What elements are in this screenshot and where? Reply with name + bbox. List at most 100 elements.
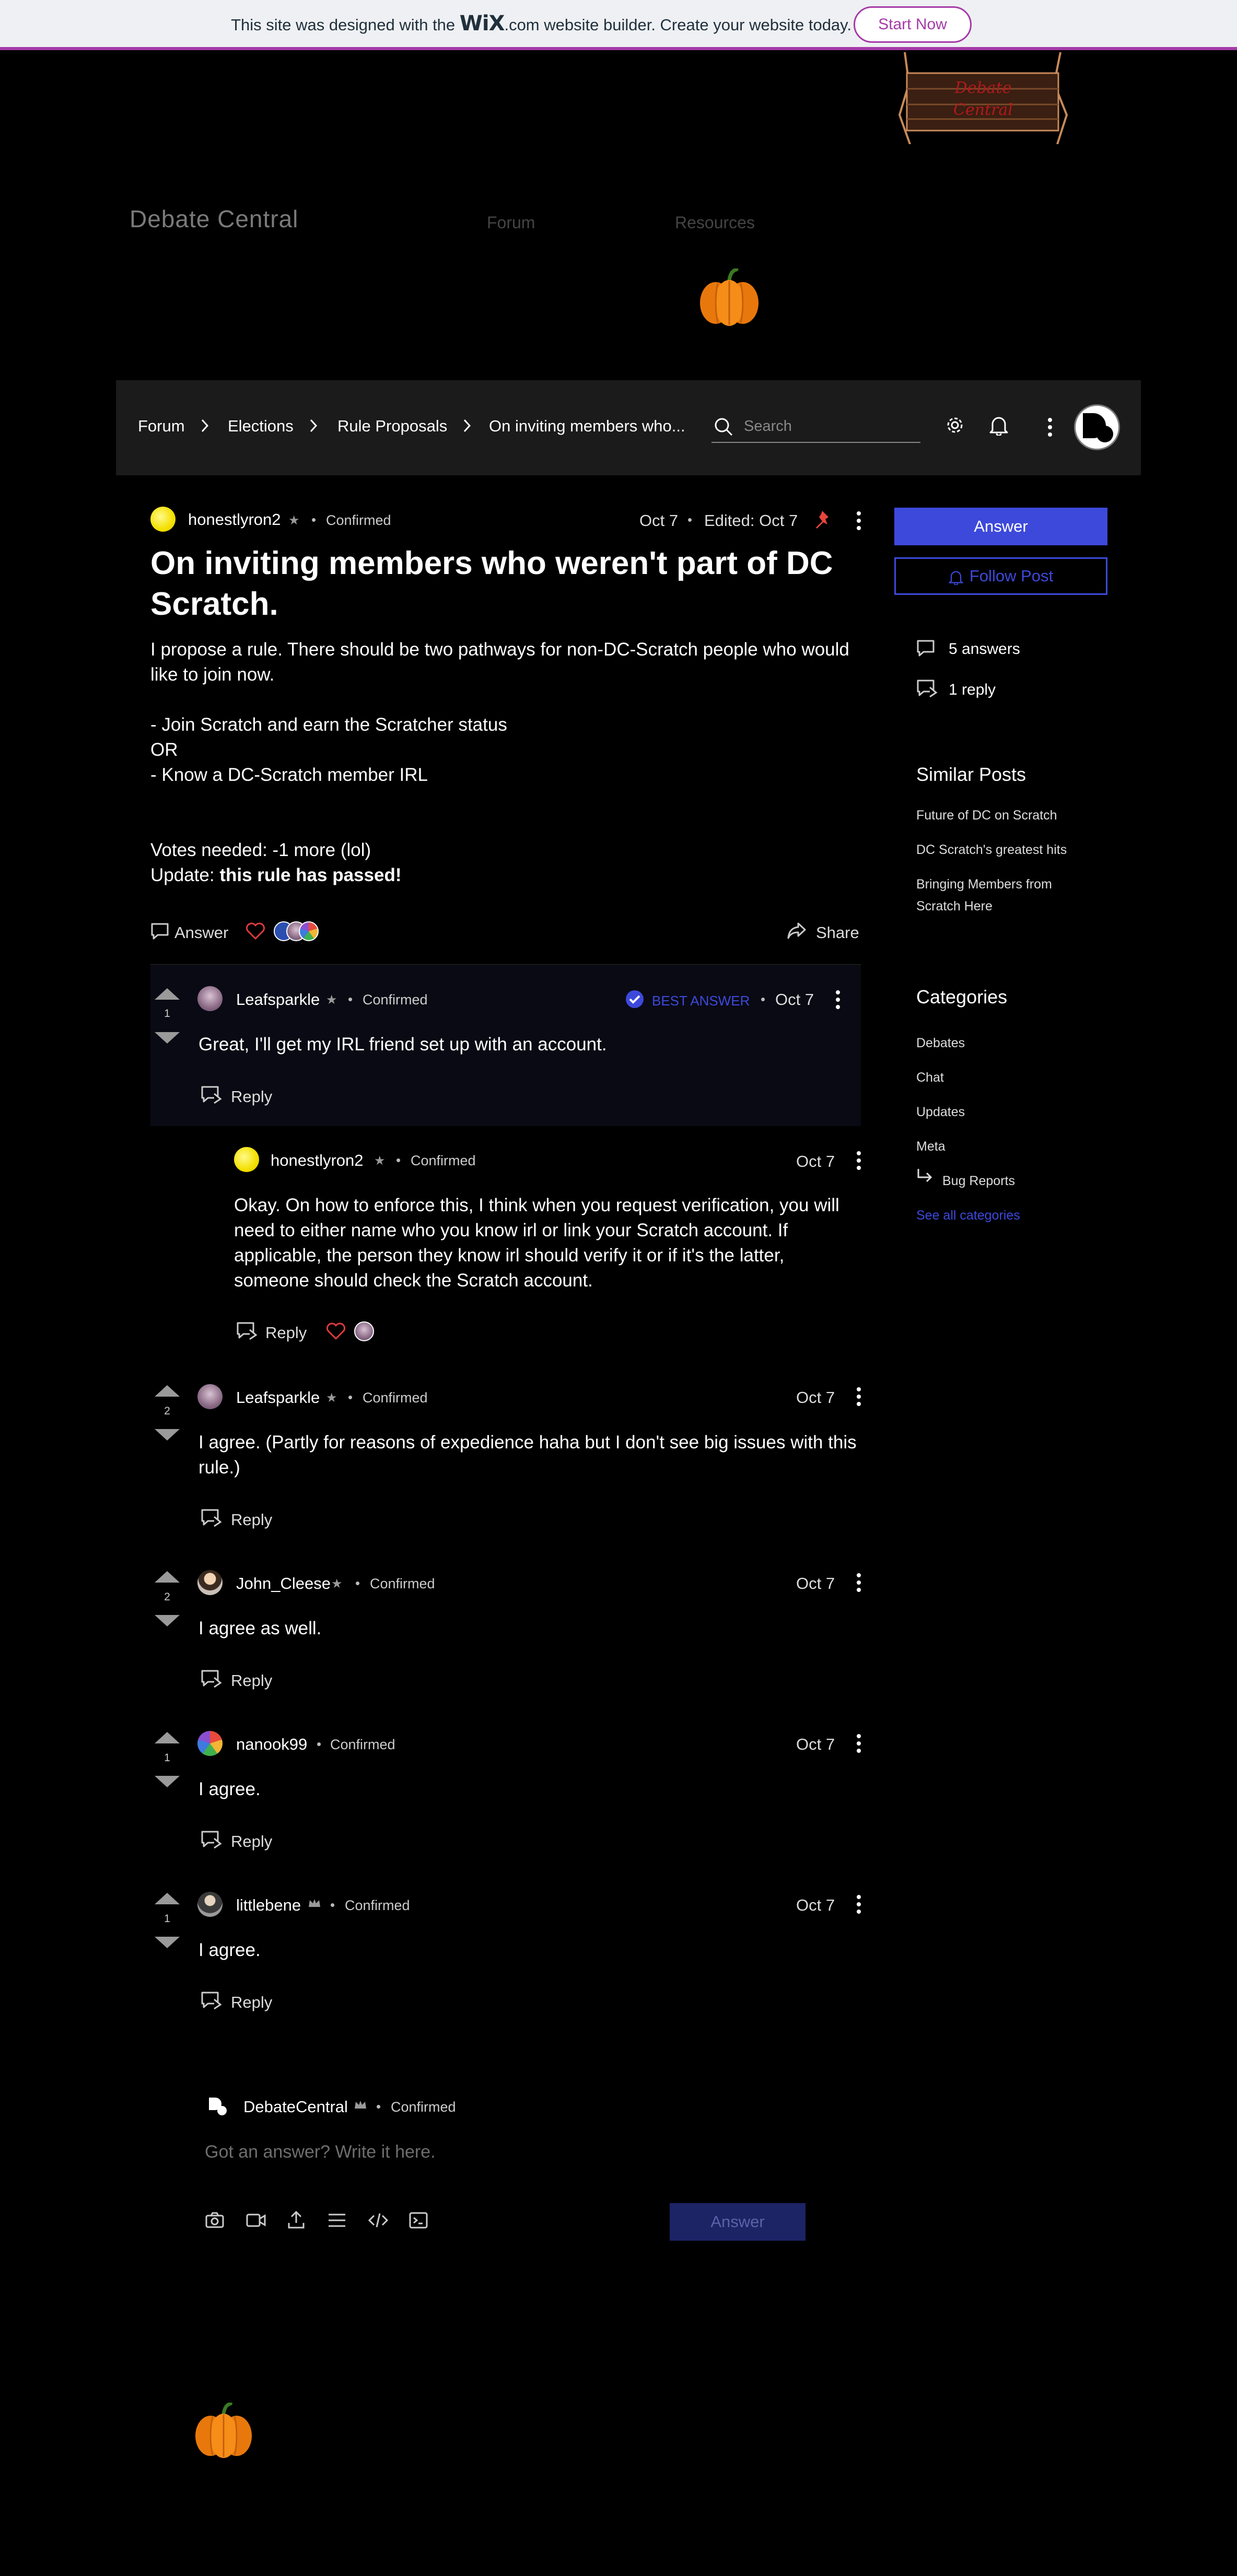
breadcrumb-rule-proposals[interactable]: Rule Proposals bbox=[337, 417, 447, 436]
reply-button[interactable]: Reply bbox=[231, 1671, 272, 1690]
comment-date: Oct 7 bbox=[796, 1735, 835, 1753]
site-logo[interactable]: Debate Central bbox=[894, 52, 1071, 144]
star-icon: ★ bbox=[288, 513, 300, 528]
post-title: On inviting members who weren't part of … bbox=[150, 545, 833, 622]
comment-more-options-icon[interactable] bbox=[856, 1571, 862, 1594]
composer-answer-button[interactable]: Answer bbox=[670, 2203, 806, 2241]
answer-composer-input[interactable] bbox=[205, 2136, 806, 2168]
avatar[interactable] bbox=[234, 1147, 259, 1172]
wix-banner-text: This site was designed with the WiX.com … bbox=[231, 11, 851, 36]
similar-post-link[interactable]: DC Scratch's greatest hits bbox=[916, 839, 1067, 861]
reply-icon[interactable] bbox=[236, 1321, 258, 1340]
downvote-arrow-icon[interactable] bbox=[155, 1937, 180, 1948]
category-link[interactable]: Updates bbox=[916, 1101, 965, 1123]
post-edited: Edited: Oct 7 bbox=[704, 511, 798, 530]
user-avatar[interactable] bbox=[1074, 404, 1120, 450]
avatar[interactable] bbox=[150, 507, 176, 532]
downvote-arrow-icon[interactable] bbox=[155, 1032, 180, 1044]
comment-more-options-icon[interactable] bbox=[856, 1732, 862, 1755]
avatar[interactable] bbox=[197, 1570, 223, 1595]
reply-icon[interactable] bbox=[201, 1991, 223, 2010]
downvote-arrow-icon[interactable] bbox=[155, 1429, 180, 1441]
avatar[interactable] bbox=[197, 986, 223, 1011]
comment-author[interactable]: John_Cleese bbox=[236, 1574, 331, 1593]
liker-avatar[interactable] bbox=[354, 1321, 374, 1341]
heart-icon[interactable] bbox=[326, 1322, 346, 1340]
downvote-arrow-icon[interactable] bbox=[155, 1776, 180, 1787]
logo-word-debate: Debate bbox=[954, 79, 1012, 97]
comment-more-options-icon[interactable] bbox=[856, 1385, 862, 1408]
comment-author[interactable]: Leafsparkle bbox=[236, 1388, 320, 1407]
see-all-categories-link[interactable]: See all categories bbox=[916, 1204, 1020, 1226]
search-box[interactable] bbox=[711, 411, 920, 443]
similar-post-link[interactable]: Future of DC on Scratch bbox=[916, 804, 1057, 826]
post-author[interactable]: honestlyron2 bbox=[188, 510, 281, 529]
verified-check-icon bbox=[625, 989, 645, 1009]
breadcrumb-elections[interactable]: Elections bbox=[228, 417, 294, 436]
answer-bubble-icon[interactable] bbox=[150, 922, 169, 940]
site-title[interactable]: Debate Central bbox=[130, 205, 298, 233]
gear-icon[interactable] bbox=[946, 416, 964, 435]
share-button[interactable]: Share bbox=[816, 923, 859, 942]
post-body: I propose a rule. There should be two pa… bbox=[150, 637, 871, 888]
comment-badge: Confirmed bbox=[363, 1390, 428, 1406]
similar-post-link[interactable]: Bringing Members from Scratch Here bbox=[916, 873, 1089, 917]
camera-icon[interactable] bbox=[205, 2211, 225, 2229]
category-link[interactable]: Chat bbox=[916, 1067, 944, 1088]
reply-button[interactable]: Reply bbox=[231, 1993, 272, 2012]
answer-button[interactable]: Answer bbox=[894, 508, 1107, 545]
video-icon[interactable] bbox=[246, 2212, 266, 2228]
reply-icon[interactable] bbox=[201, 1830, 223, 1849]
comment-more-options-icon[interactable] bbox=[856, 1893, 862, 1916]
search-input[interactable] bbox=[744, 415, 916, 438]
nav-resources[interactable]: Resources bbox=[675, 213, 755, 232]
reply-icon[interactable] bbox=[201, 1669, 223, 1688]
breadcrumb-current-post[interactable]: On inviting members who... bbox=[489, 417, 685, 436]
avatar[interactable] bbox=[197, 1384, 223, 1409]
comment-author[interactable]: Leafsparkle bbox=[236, 990, 320, 1009]
upvote-arrow-icon[interactable] bbox=[155, 1385, 180, 1397]
heart-icon[interactable] bbox=[246, 922, 265, 940]
comment-author[interactable]: nanook99 bbox=[236, 1735, 307, 1754]
avatar[interactable] bbox=[197, 1731, 223, 1756]
comment-text: I agree as well. bbox=[199, 1618, 322, 1638]
avatar[interactable] bbox=[197, 1892, 223, 1917]
post-update: Update: this rule has passed! bbox=[150, 865, 402, 885]
more-options-icon[interactable] bbox=[1047, 416, 1053, 439]
reply-more-options-icon[interactable] bbox=[856, 1149, 862, 1172]
reply-button[interactable]: Reply bbox=[265, 1324, 307, 1342]
share-icon[interactable] bbox=[787, 921, 807, 940]
reply-author[interactable]: honestlyron2 bbox=[271, 1151, 364, 1170]
divider-icon[interactable] bbox=[327, 2212, 347, 2228]
upvote-arrow-icon[interactable] bbox=[155, 1893, 180, 1904]
follow-post-button[interactable]: Follow Post bbox=[894, 557, 1107, 595]
post-answer-action[interactable]: Answer bbox=[174, 923, 228, 942]
reply-button[interactable]: Reply bbox=[231, 1511, 272, 1529]
category-link-bug-reports[interactable]: Bug Reports bbox=[942, 1170, 1015, 1192]
reply-icon[interactable] bbox=[201, 1508, 223, 1527]
post-more-options-icon[interactable] bbox=[856, 509, 862, 532]
liker-avatar[interactable] bbox=[299, 921, 319, 941]
upvote-arrow-icon[interactable] bbox=[155, 988, 180, 1000]
start-now-button[interactable]: Start Now bbox=[854, 6, 972, 43]
separator-dot: • bbox=[376, 2099, 381, 2114]
breadcrumb-forum[interactable]: Forum bbox=[138, 417, 185, 436]
comment-more-options-icon[interactable] bbox=[835, 988, 841, 1011]
pin-icon bbox=[813, 509, 832, 530]
category-link[interactable]: Debates bbox=[916, 1032, 965, 1054]
terminal-icon[interactable] bbox=[409, 2211, 428, 2229]
bell-icon[interactable] bbox=[989, 415, 1008, 436]
upvote-arrow-icon[interactable] bbox=[155, 1732, 180, 1743]
upvote-arrow-icon[interactable] bbox=[155, 1571, 180, 1583]
upload-icon[interactable] bbox=[287, 2210, 305, 2229]
reply-icon[interactable] bbox=[201, 1085, 223, 1104]
category-link[interactable]: Meta bbox=[916, 1135, 946, 1157]
code-icon[interactable] bbox=[368, 2211, 389, 2229]
downvote-arrow-icon[interactable] bbox=[155, 1615, 180, 1626]
separator-dot: • bbox=[396, 1152, 401, 1168]
comment-author[interactable]: littlebene bbox=[236, 1896, 301, 1915]
nav-forum[interactable]: Forum bbox=[487, 213, 535, 232]
reply-button[interactable]: Reply bbox=[231, 1087, 272, 1106]
reply-button[interactable]: Reply bbox=[231, 1832, 272, 1851]
star-icon: ★ bbox=[374, 1154, 386, 1168]
